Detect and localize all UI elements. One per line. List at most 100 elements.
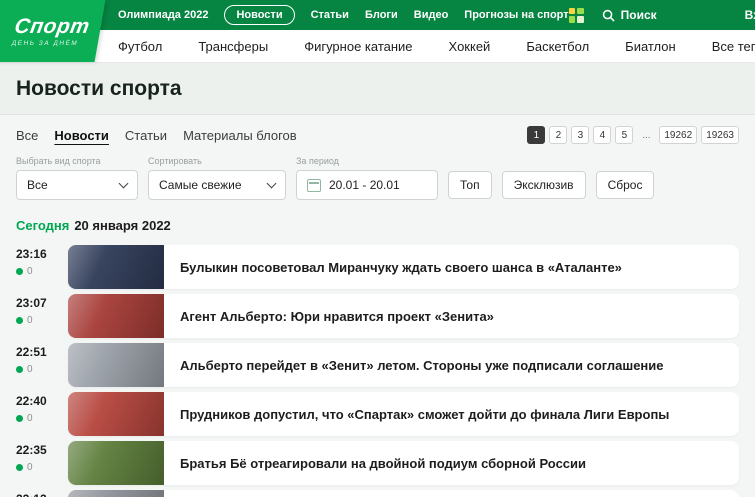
- period-filter: За период 20.01 - 20.01: [296, 156, 438, 200]
- comment-icon: [16, 268, 23, 275]
- comment-count: 0: [27, 462, 33, 473]
- news-card[interactable]: Агент Альберто: Юри нравится проект «Зен…: [68, 294, 739, 338]
- news-row: 22:12 0 Мампасси рассказал, почему решил…: [16, 490, 739, 497]
- sort-filter-label: Сортировать: [148, 156, 202, 166]
- news-time: 22:12: [16, 492, 58, 497]
- chevron-down-icon: [118, 178, 129, 188]
- top-filter-button[interactable]: Топ: [448, 171, 492, 199]
- main-content: Все Новости Статьи Материалы блогов 1 2 …: [0, 126, 755, 497]
- tab-all[interactable]: Все: [16, 128, 38, 143]
- page-19263[interactable]: 19263: [701, 126, 739, 144]
- sport-select[interactable]: Все: [16, 170, 138, 200]
- news-time-block: 22:12 0: [16, 490, 58, 497]
- news-card[interactable]: Булыкин посоветовал Миранчуку ждать свое…: [68, 245, 739, 289]
- sport-select-value: Все: [27, 178, 48, 192]
- tab-news[interactable]: Новости: [54, 128, 109, 143]
- logo-title: Спорт: [12, 14, 92, 38]
- date-heading-today: Сегодня: [16, 218, 70, 233]
- category-all-tags[interactable]: Все теги: [712, 39, 755, 54]
- news-time-block: 23:16 0: [16, 245, 58, 289]
- news-thumbnail: [68, 490, 164, 497]
- top-nav-blogs[interactable]: Блоги: [365, 6, 398, 24]
- sport-filter-label: Выбрать вид спорта: [16, 156, 101, 166]
- news-time: 23:16: [16, 247, 47, 261]
- filters-bar: Выбрать вид спорта Все Сортировать Самые…: [16, 156, 739, 200]
- search-button[interactable]: Поиск: [602, 8, 657, 22]
- news-card[interactable]: Прудников допустил, что «Спартак» сможет…: [68, 392, 739, 436]
- news-time: 22:40: [16, 394, 47, 408]
- comment-count: 0: [27, 266, 33, 277]
- news-row: 22:51 0 Альберто перейдет в «Зенит» лето…: [16, 343, 739, 387]
- page-3[interactable]: 3: [571, 126, 590, 144]
- pagination-ellipsis: ...: [642, 129, 651, 141]
- scoreboard-grid-icon[interactable]: [568, 7, 584, 23]
- comment-count: 0: [27, 413, 33, 424]
- page-1[interactable]: 1: [527, 126, 546, 144]
- date-heading-date: 20 января 2022: [74, 218, 171, 233]
- news-card[interactable]: Братья Бё отреагировали на двойной подиу…: [68, 441, 739, 485]
- search-label: Поиск: [620, 8, 657, 22]
- comments-link[interactable]: 0: [16, 364, 58, 375]
- top-nav-olympics[interactable]: Олимпиада 2022: [118, 6, 208, 24]
- login-button[interactable]: Вход: [745, 6, 755, 25]
- tab-articles[interactable]: Статьи: [125, 128, 167, 143]
- logo-subtitle: день за днём: [11, 39, 79, 47]
- category-figure-skating[interactable]: Фигурное катание: [304, 39, 412, 54]
- pagination: 1 2 3 4 5 ... 19262 19263: [527, 126, 739, 144]
- sort-filter: Сортировать Самые свежие: [148, 156, 286, 200]
- news-time-block: 22:51 0: [16, 343, 58, 387]
- news-time: 23:07: [16, 296, 47, 310]
- top-nav-video[interactable]: Видео: [414, 6, 449, 24]
- top-navigation: Олимпиада 2022 Новости Статьи Блоги Виде…: [118, 5, 569, 25]
- comment-icon: [16, 464, 23, 471]
- category-transfers[interactable]: Трансферы: [198, 39, 268, 54]
- page-2[interactable]: 2: [549, 126, 568, 144]
- comment-count: 0: [27, 315, 33, 326]
- reset-filter-button[interactable]: Сброс: [595, 171, 655, 199]
- comment-icon: [16, 366, 23, 373]
- news-row: 22:40 0 Прудников допустил, что «Спартак…: [16, 392, 739, 436]
- category-football[interactable]: Футбол: [118, 39, 162, 54]
- page-5[interactable]: 5: [615, 126, 634, 144]
- news-card[interactable]: Мампасси рассказал, почему решил перейти…: [68, 490, 739, 497]
- calendar-icon: [307, 178, 321, 192]
- news-thumbnail: [68, 343, 164, 387]
- news-time-block: 23:07 0: [16, 294, 58, 338]
- comments-link[interactable]: 0: [16, 462, 58, 473]
- news-row: 22:35 0 Братья Бё отреагировали на двойн…: [16, 441, 739, 485]
- page-4[interactable]: 4: [593, 126, 612, 144]
- news-card[interactable]: Альберто перейдет в «Зенит» летом. Сторо…: [68, 343, 739, 387]
- category-hockey[interactable]: Хоккей: [449, 39, 491, 54]
- comment-icon: [16, 415, 23, 422]
- category-basketball[interactable]: Баскетбол: [526, 39, 589, 54]
- tabs-row: Все Новости Статьи Материалы блогов 1 2 …: [16, 126, 739, 144]
- news-title: Прудников допустил, что «Спартак» сможет…: [180, 406, 670, 422]
- sort-select[interactable]: Самые свежие: [148, 170, 286, 200]
- category-biathlon[interactable]: Биатлон: [625, 39, 676, 54]
- news-time: 22:51: [16, 345, 47, 359]
- page-heading-strip: Новости спорта: [0, 63, 755, 115]
- news-row: 23:07 0 Агент Альберто: Юри нравится про…: [16, 294, 739, 338]
- page-title: Новости спорта: [16, 77, 182, 100]
- tab-blog-materials[interactable]: Материалы блогов: [183, 128, 297, 143]
- page-19262[interactable]: 19262: [659, 126, 698, 144]
- site-logo[interactable]: Спорт день за днём: [0, 0, 106, 62]
- topbar-right: Поиск: [568, 7, 657, 23]
- exclusive-filter-button[interactable]: Эксклюзив: [501, 171, 586, 199]
- category-nav: Футбол Трансферы Фигурное катание Хоккей…: [0, 30, 755, 63]
- comment-count: 0: [27, 364, 33, 375]
- news-time-block: 22:35 0: [16, 441, 58, 485]
- comments-link[interactable]: 0: [16, 413, 58, 424]
- news-list: 23:16 0 Булыкин посоветовал Миранчуку жд…: [16, 245, 739, 497]
- period-date-input[interactable]: 20.01 - 20.01: [296, 170, 438, 200]
- top-nav-predictions[interactable]: Прогнозы на спорт: [464, 6, 568, 24]
- date-heading: Сегодня 20 января 2022: [16, 218, 739, 233]
- login-label: Вход: [744, 8, 755, 22]
- search-icon: [602, 9, 615, 22]
- top-nav-news[interactable]: Новости: [224, 5, 295, 25]
- comments-link[interactable]: 0: [16, 315, 58, 326]
- top-bar: Олимпиада 2022 Новости Статьи Блоги Виде…: [0, 0, 755, 30]
- news-row: 23:16 0 Булыкин посоветовал Миранчуку жд…: [16, 245, 739, 289]
- top-nav-articles[interactable]: Статьи: [311, 6, 349, 24]
- comments-link[interactable]: 0: [16, 266, 58, 277]
